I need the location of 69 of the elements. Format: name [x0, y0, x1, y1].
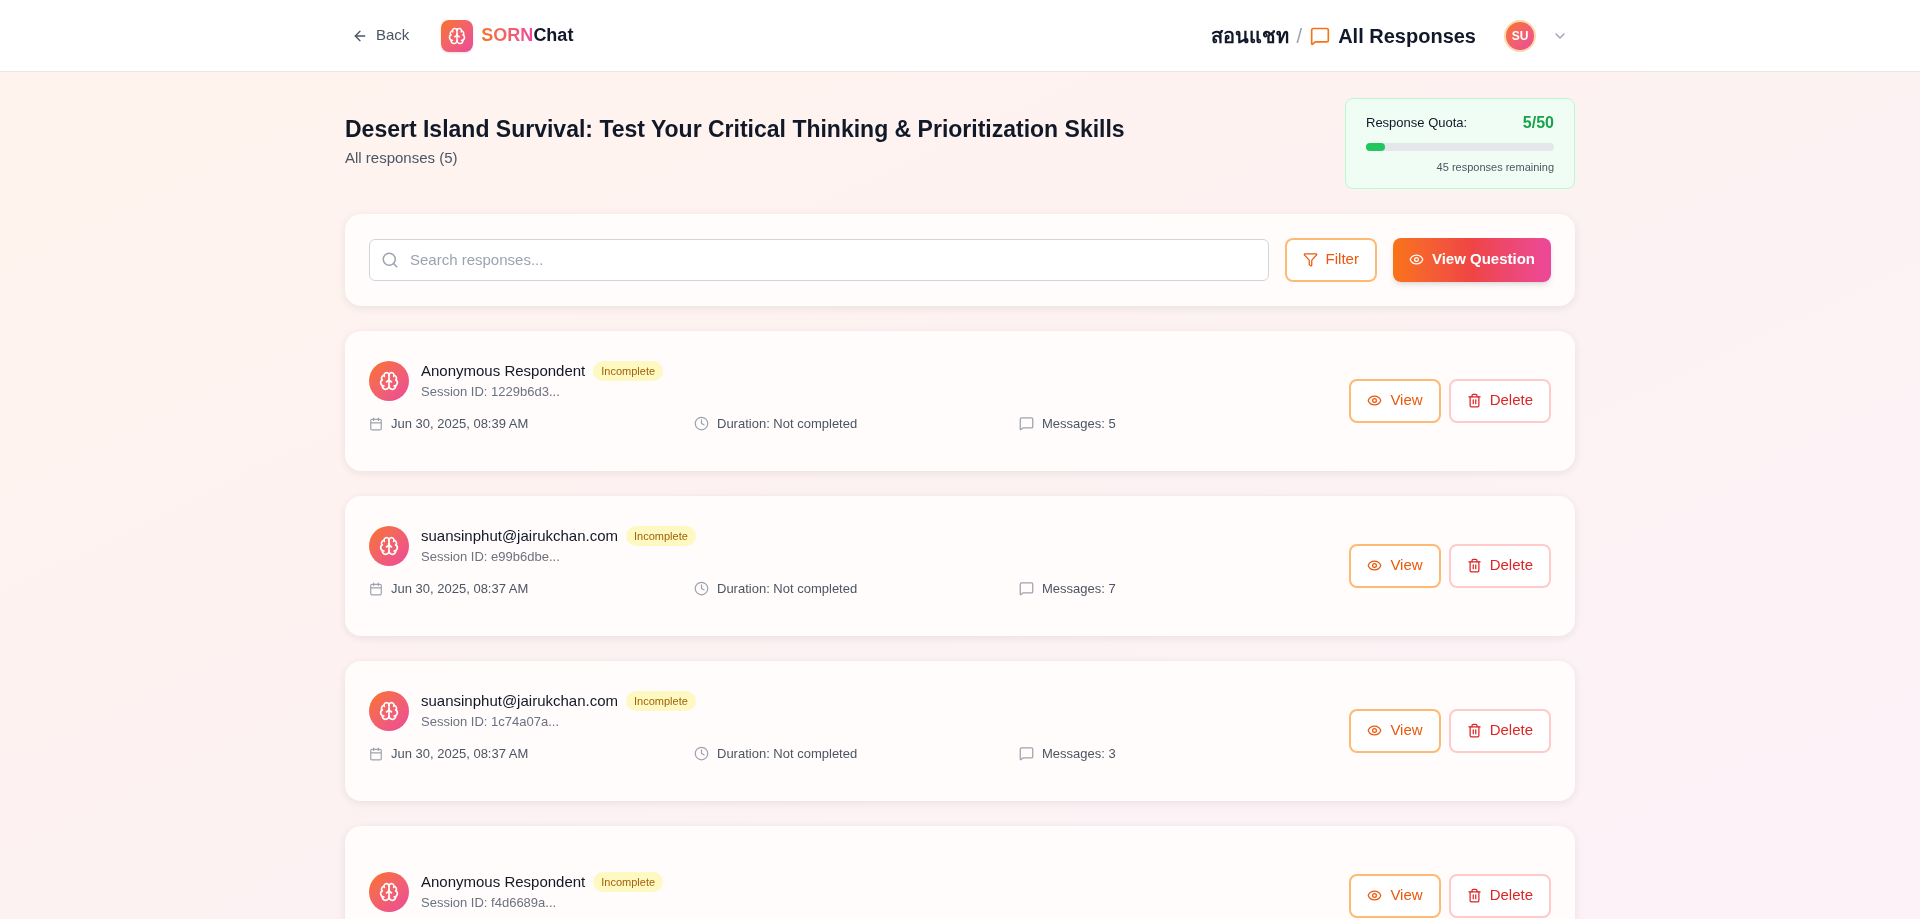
response-duration: Duration: Not completed [717, 414, 858, 433]
delete-button[interactable]: Delete [1448, 543, 1551, 588]
view-button[interactable]: View [1349, 378, 1441, 423]
quota-label: Response Quota: [1366, 114, 1468, 133]
response-duration: Duration: Not completed [717, 744, 858, 763]
respondent-name: Anonymous Respondent [421, 871, 586, 892]
search-field[interactable]: Search responses... [369, 238, 1269, 281]
search-icon [381, 250, 399, 269]
view-button[interactable]: View [1349, 708, 1441, 753]
response-date: Jun 30, 2025, 08:39 AM [391, 414, 529, 433]
chat-icon [1310, 25, 1331, 46]
message-icon [1019, 416, 1034, 431]
response-count: All responses (5) [345, 147, 459, 168]
back-button[interactable]: Back [352, 24, 410, 47]
user-avatar[interactable]: SU [1504, 19, 1536, 52]
view-button[interactable]: View [1349, 543, 1441, 588]
view-button[interactable]: View [1349, 873, 1441, 918]
session-id: Session ID: 1229b6d3... [421, 383, 561, 402]
eye-icon [1367, 888, 1383, 903]
session-id: Session ID: e99b6dbe... [421, 548, 561, 567]
calendar-icon [369, 581, 383, 596]
response-date: Jun 30, 2025, 08:37 AM [391, 579, 529, 598]
calendar-icon [369, 746, 383, 761]
trash-icon [1466, 393, 1482, 408]
avatar-icon [369, 525, 409, 566]
eye-icon [1367, 393, 1383, 408]
page-title: All Responses [1338, 23, 1476, 49]
trash-icon [1466, 558, 1482, 573]
trash-icon [1466, 888, 1482, 903]
avatar-icon [369, 871, 409, 912]
quota-value: 5/50 [1522, 113, 1554, 133]
status-badge: Incomplete [626, 525, 696, 547]
respondent-name: Anonymous Respondent [421, 360, 586, 381]
session-id: Session ID: f4d6689a... [421, 894, 558, 912]
view-question-button[interactable]: View Question [1392, 237, 1551, 282]
delete-button[interactable]: Delete [1448, 378, 1551, 423]
filter-button[interactable]: Filter [1284, 237, 1377, 282]
avatar-icon [369, 690, 409, 731]
trash-icon [1466, 723, 1482, 738]
message-count: Messages: 5 [1042, 414, 1116, 433]
message-count: Messages: 3 [1042, 744, 1116, 763]
filter-icon [1302, 252, 1318, 267]
eye-icon [1408, 252, 1424, 267]
session-id: Session ID: 1c74a07a... [421, 713, 561, 732]
message-icon [1019, 581, 1034, 596]
status-badge: Incomplete [593, 360, 664, 382]
eye-icon [1367, 723, 1383, 738]
avatar-icon [369, 360, 409, 401]
message-count: Messages: 7 [1042, 579, 1116, 598]
delete-button[interactable]: Delete [1448, 873, 1551, 918]
clock-icon [694, 416, 709, 431]
calendar-icon [369, 416, 383, 431]
clock-icon [694, 746, 709, 761]
breadcrumb-separator: / [1296, 23, 1303, 49]
message-icon [1019, 746, 1034, 761]
clock-icon [694, 581, 709, 596]
status-badge: Incomplete [626, 690, 696, 712]
delete-button[interactable]: Delete [1448, 708, 1551, 753]
breadcrumb-link[interactable]: สอนแชท [1210, 20, 1289, 51]
response-date: Jun 30, 2025, 08:37 AM [391, 744, 529, 763]
logo-icon [441, 19, 474, 52]
respondent-name: suansinphut@jairukchan.com [421, 525, 618, 546]
logo-text: SORNChat [481, 24, 574, 47]
respondent-name: suansinphut@jairukchan.com [421, 690, 618, 711]
survey-title: Desert Island Survival: Test Your Critical Thinking & Prioritization Skills [345, 115, 1125, 144]
quota-remaining: 45 responses remaining [1435, 160, 1554, 175]
status-badge: Incomplete [593, 871, 664, 892]
response-duration: Duration: Not completed [717, 579, 858, 598]
eye-icon [1367, 558, 1383, 573]
